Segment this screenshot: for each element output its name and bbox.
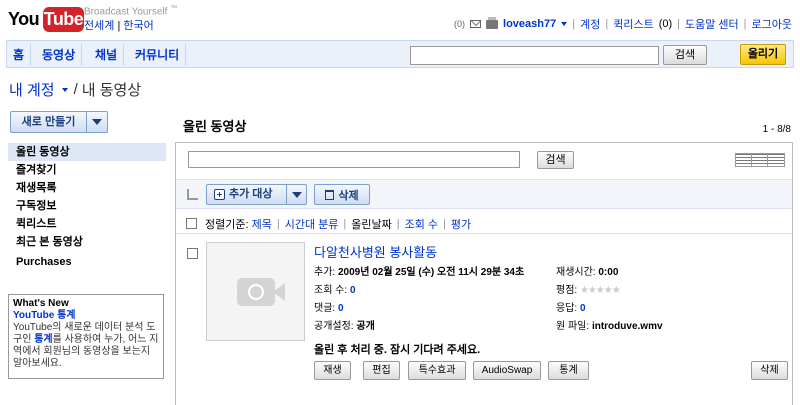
main-nav: 홈 동영상 채널 커뮤니티 검색 올리기 bbox=[6, 40, 794, 68]
sidebar-item-subscriptions[interactable]: 구독정보 bbox=[8, 197, 166, 215]
nav-tab-home[interactable]: 홈 bbox=[7, 44, 32, 66]
help-link[interactable]: 도움말 센터 bbox=[685, 16, 739, 32]
quicklist-link[interactable]: 퀵리스트 bbox=[613, 16, 653, 32]
mail-count: (0) bbox=[454, 19, 466, 29]
privacy: 공개설정: 공개 bbox=[314, 321, 375, 332]
whats-new-box: What's New YouTube 통계 YouTube의 새로운 데이터 분… bbox=[8, 294, 164, 379]
tagline: Broadcast Yourself ™ bbox=[84, 5, 178, 18]
chevron-down-icon[interactable] bbox=[61, 87, 68, 92]
list-view-icon[interactable] bbox=[736, 154, 752, 166]
source-file: 원 파일: introduve.wmv bbox=[556, 321, 663, 332]
language-selector: 전세계 | 한국어 bbox=[84, 20, 154, 32]
search-button[interactable]: 검색 bbox=[663, 45, 707, 65]
upload-button[interactable]: 올리기 bbox=[740, 44, 786, 65]
trash-icon bbox=[325, 189, 335, 200]
grid-view-icon[interactable] bbox=[768, 154, 784, 166]
sort-title[interactable]: 제목 bbox=[252, 216, 272, 232]
action-bar: 추가 대상 삭제 bbox=[176, 179, 792, 209]
breadcrumb-current: 내 동영상 bbox=[81, 82, 142, 99]
delete-selected-button[interactable]: 삭제 bbox=[314, 184, 370, 205]
add-to-button[interactable]: 추가 대상 bbox=[206, 184, 307, 205]
video-camera-icon bbox=[236, 277, 285, 306]
duration: 재생시간: 0:00 bbox=[556, 267, 619, 278]
rating-stars: ★★★★★ bbox=[579, 285, 621, 296]
sidebar-item-purchases[interactable]: Purchases bbox=[8, 253, 166, 271]
nav-tab-community[interactable]: 커뮤니티 bbox=[129, 44, 187, 66]
sidebar-item-playlists[interactable]: 재생목록 bbox=[8, 179, 166, 197]
view-mode-toggle bbox=[735, 153, 785, 167]
sidebar-item-history[interactable]: 최근 본 동영상 bbox=[8, 233, 166, 251]
logout-link[interactable]: 로그아웃 bbox=[752, 16, 792, 32]
stats-button[interactable]: 통계 bbox=[548, 361, 589, 380]
chevron-down-icon bbox=[92, 119, 102, 125]
mail-icon[interactable] bbox=[470, 20, 482, 28]
video-list-panel: 검색 추가 대상 삭제 정렬기준: 제목 | 시간대 분류 | 올린날짜 | 조… bbox=[175, 142, 793, 405]
insight-link[interactable]: 통계 bbox=[34, 334, 52, 345]
account-link[interactable]: 계정 bbox=[580, 16, 600, 32]
plus-icon bbox=[214, 189, 225, 200]
video-checkbox[interactable] bbox=[187, 248, 198, 259]
filter-search-button[interactable]: 검색 bbox=[537, 151, 574, 169]
whats-new-heading: What's New bbox=[13, 298, 69, 309]
dropdown-arrow[interactable] bbox=[87, 112, 107, 132]
username-link[interactable]: loveash77 bbox=[503, 18, 556, 30]
select-all-checkbox[interactable] bbox=[186, 218, 197, 229]
video-title-link[interactable]: 다알천사병원 봉사활동 bbox=[314, 242, 437, 261]
logo-text-tube: Tube bbox=[43, 7, 84, 32]
sort-views[interactable]: 조회 수 bbox=[405, 216, 438, 232]
logo-text-you: You bbox=[8, 9, 40, 29]
audioswap-button[interactable]: AudioSwap bbox=[473, 361, 541, 380]
sidebar-item-favorites[interactable]: 즐겨찾기 bbox=[8, 161, 166, 179]
effects-button[interactable]: 특수효과 bbox=[408, 361, 466, 380]
rating: 평점: ★★★★★ bbox=[556, 285, 621, 296]
user-bar: (0) loveash77 | 계정 | 퀵리스트 (0) | 도움말 센터 |… bbox=[454, 16, 792, 32]
whats-new-body: YouTube의 새로운 데이터 분석 도구인 통계를 사용하여 누가, 어느 … bbox=[13, 322, 159, 369]
select-arrow-icon bbox=[187, 189, 198, 200]
video-thumbnail[interactable] bbox=[206, 242, 305, 341]
play-button[interactable]: 재생 bbox=[314, 361, 351, 380]
nav-tab-videos[interactable]: 동영상 bbox=[36, 44, 83, 66]
processing-message: 올린 후 처리 중. 잠시 기다려 주세요. bbox=[314, 344, 481, 356]
sidebar-item-quicklist[interactable]: 퀵리스트 bbox=[8, 215, 166, 233]
sidebar-item-uploaded[interactable]: 올린 동영상 bbox=[8, 143, 166, 161]
chevron-down-icon bbox=[291, 191, 302, 198]
comment-count: 댓글: 0 bbox=[314, 303, 344, 314]
chevron-down-icon[interactable] bbox=[561, 22, 568, 26]
edit-button[interactable]: 편집 bbox=[363, 361, 400, 380]
sort-bar: 정렬기준: 제목 | 시간대 분류 | 올린날짜 | 조회 수 | 평가 bbox=[176, 214, 792, 234]
create-new-button[interactable]: 새로 만들기 bbox=[10, 111, 108, 133]
response-count: 응답: 0 bbox=[556, 303, 586, 314]
delete-video-button[interactable]: 삭제 bbox=[751, 361, 788, 380]
lang-global-link[interactable]: 전세계 bbox=[84, 20, 114, 32]
sort-upload-date[interactable]: 올린날짜 bbox=[351, 216, 391, 232]
video-row: 다알천사병원 봉사활동 추가: 2009년 02월 25일 (수) 오전 11시… bbox=[176, 240, 792, 400]
added-date: 추가: 2009년 02월 25일 (수) 오전 11시 29분 34초 bbox=[314, 267, 525, 278]
lang-korea-link[interactable]: 한국어 bbox=[123, 20, 153, 32]
printer-icon[interactable] bbox=[486, 16, 499, 29]
page-title: 올린 동영상 bbox=[183, 119, 247, 134]
breadcrumb: 내 계정 / 내 동영상 bbox=[9, 79, 142, 100]
search-input[interactable] bbox=[410, 46, 659, 65]
sidebar: 올린 동영상 즐겨찾기 재생목록 구독정보 퀵리스트 최근 본 동영상 Purc… bbox=[8, 143, 166, 271]
sort-time[interactable]: 시간대 분류 bbox=[285, 216, 339, 232]
sort-label: 정렬기준: bbox=[205, 218, 249, 231]
quicklist-count: (0) bbox=[658, 18, 673, 30]
view-count: 조회 수: 0 bbox=[314, 285, 356, 296]
result-count: 1 - 8/8 bbox=[762, 124, 791, 135]
breadcrumb-account[interactable]: 내 계정 bbox=[9, 79, 55, 100]
whats-new-link[interactable]: YouTube 통계 bbox=[13, 310, 159, 322]
nav-tab-channels[interactable]: 채널 bbox=[89, 44, 125, 66]
sort-rating[interactable]: 평가 bbox=[451, 216, 471, 232]
dropdown-arrow[interactable] bbox=[287, 185, 306, 204]
compact-view-icon[interactable] bbox=[752, 154, 768, 166]
filter-input[interactable] bbox=[188, 151, 520, 168]
youtube-logo[interactable]: You Tube bbox=[8, 6, 84, 34]
